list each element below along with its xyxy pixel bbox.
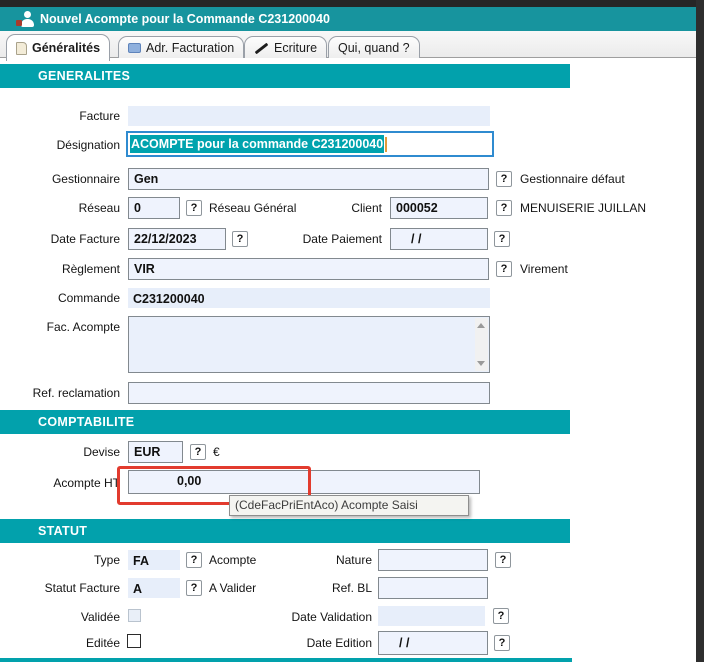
date-edition-label: Date Edition: [252, 636, 372, 650]
next-section-bar: [0, 658, 572, 662]
app-window: Nouvel Acompte pour la Commande C2312000…: [0, 0, 704, 662]
fac-acompte-textarea[interactable]: [128, 316, 490, 373]
type-field: FA: [128, 550, 180, 570]
date-paiement-field[interactable]: / /: [390, 228, 488, 250]
type-help-button[interactable]: ?: [186, 552, 202, 568]
reseau-field[interactable]: 0: [128, 197, 180, 219]
statut-facture-label: Statut Facture: [0, 581, 120, 595]
reglement-help-button[interactable]: ?: [496, 261, 512, 277]
scrollbar[interactable]: [475, 318, 488, 371]
date-edition-help-button[interactable]: ?: [494, 635, 510, 651]
date-validation-label: Date Validation: [252, 610, 372, 624]
ref-reclamation-field[interactable]: [128, 382, 490, 404]
ref-bl-field[interactable]: [378, 577, 488, 599]
gestionnaire-suffix: Gestionnaire défaut: [520, 172, 625, 186]
reseau-label: Réseau: [0, 201, 120, 215]
tab-adr-facturation[interactable]: Adr. Facturation: [118, 36, 244, 59]
window-frame-right: [696, 0, 704, 662]
user-icon: [16, 11, 34, 27]
ref-reclamation-label: Ref. reclamation: [0, 386, 120, 400]
window-title: Nouvel Acompte pour la Commande C2312000…: [40, 7, 330, 31]
scroll-up-icon[interactable]: [477, 323, 485, 328]
user-icon-accent: [16, 20, 22, 26]
commande-label: Commande: [0, 291, 120, 305]
statut-facture-field: A: [128, 578, 180, 598]
designation-selected-text: ACOMPTE pour la commande C231200040: [130, 135, 384, 153]
nature-field[interactable]: [378, 549, 488, 571]
reglement-label: Règlement: [0, 262, 120, 276]
gestionnaire-help-button[interactable]: ?: [496, 171, 512, 187]
editee-checkbox[interactable]: [127, 634, 141, 648]
tab-label: Généralités: [32, 41, 100, 55]
acompte-tooltip: (CdeFacPriEntAco) Acompte Saisi: [229, 495, 469, 516]
validee-checkbox: [128, 609, 141, 622]
gestionnaire-field[interactable]: Gen: [128, 168, 489, 190]
section-header-generalites: GENERALITES: [0, 64, 570, 88]
date-paiement-help-button[interactable]: ?: [494, 231, 510, 247]
designation-field[interactable]: ACOMPTE pour la commande C231200040: [126, 131, 494, 157]
devise-suffix: €: [213, 445, 220, 459]
client-suffix: MENUISERIE JUILLAN: [520, 201, 646, 215]
pencil-icon: [255, 42, 269, 54]
statut-facture-suffix: A Valider: [209, 581, 256, 595]
user-icon-body: [21, 19, 34, 27]
tab-generalites[interactable]: Généralités: [6, 34, 110, 61]
facture-field[interactable]: [128, 106, 490, 126]
titlebar: Nouvel Acompte pour la Commande C2312000…: [0, 7, 696, 31]
facture-label: Facture: [0, 109, 120, 123]
editee-label: Editée: [0, 636, 120, 650]
tab-label: Ecriture: [274, 41, 317, 55]
client-help-button[interactable]: ?: [496, 200, 512, 216]
client-label: Client: [262, 201, 382, 215]
date-facture-help-button[interactable]: ?: [232, 231, 248, 247]
window-frame-top: [0, 0, 704, 7]
date-paiement-label: Date Paiement: [262, 232, 382, 246]
acompte-ht-label: Acompte HT: [0, 476, 120, 490]
tab-ecriture[interactable]: Ecriture: [244, 36, 327, 59]
client-field[interactable]: 000052: [390, 197, 488, 219]
tab-qui-quand[interactable]: Qui, quand ?: [328, 36, 420, 59]
devise-help-button[interactable]: ?: [190, 444, 206, 460]
note-icon: [16, 42, 27, 55]
type-label: Type: [0, 553, 120, 567]
date-validation-field: [378, 606, 485, 626]
ref-bl-label: Ref. BL: [252, 581, 372, 595]
user-icon-head: [24, 11, 31, 18]
reglement-suffix: Virement: [520, 262, 568, 276]
text-cursor: [385, 137, 387, 152]
gestionnaire-label: Gestionnaire: [0, 172, 120, 186]
date-facture-field[interactable]: 22/12/2023: [128, 228, 226, 250]
tab-label: Qui, quand ?: [338, 41, 410, 55]
validee-label: Validée: [0, 610, 120, 624]
section-header-comptabilite: COMPTABILITE: [0, 410, 570, 434]
section-header-statut: STATUT: [0, 519, 570, 543]
statut-facture-help-button[interactable]: ?: [186, 580, 202, 596]
devise-field[interactable]: EUR: [128, 441, 183, 463]
type-suffix: Acompte: [209, 553, 256, 567]
date-validation-help-button[interactable]: ?: [493, 608, 509, 624]
nature-help-button[interactable]: ?: [495, 552, 511, 568]
designation-label: Désignation: [0, 138, 120, 152]
date-edition-field[interactable]: / /: [378, 631, 488, 655]
devise-label: Devise: [0, 445, 120, 459]
scroll-down-icon[interactable]: [477, 361, 485, 366]
form-content: GENERALITES Facture Désignation ACOMPTE …: [0, 58, 696, 662]
fac-acompte-label: Fac. Acompte: [0, 320, 120, 334]
tab-label: Adr. Facturation: [146, 41, 234, 55]
reseau-help-button[interactable]: ?: [186, 200, 202, 216]
nature-label: Nature: [252, 553, 372, 567]
reglement-field[interactable]: VIR: [128, 258, 489, 280]
commande-field: C231200040: [128, 288, 490, 308]
tab-bar: Généralités Adr. Facturation Ecriture Qu…: [0, 31, 696, 58]
date-facture-label: Date Facture: [0, 232, 120, 246]
folder-icon: [128, 43, 141, 53]
